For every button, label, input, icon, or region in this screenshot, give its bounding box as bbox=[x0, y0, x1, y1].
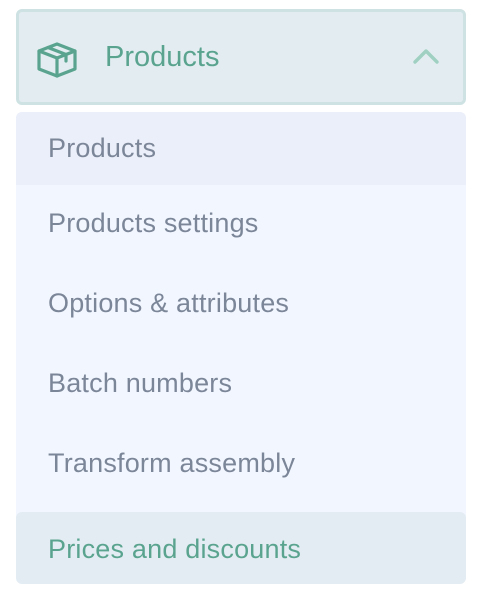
products-menu-header[interactable]: Products bbox=[16, 9, 466, 105]
submenu-item-products[interactable]: Products bbox=[16, 112, 466, 185]
submenu-item-products-settings[interactable]: Products settings bbox=[16, 185, 466, 265]
products-menu: Products Products Products settings Opti… bbox=[16, 9, 466, 584]
submenu-item-transform-assembly[interactable]: Transform assembly bbox=[16, 425, 466, 505]
submenu-item-batch-numbers[interactable]: Batch numbers bbox=[16, 345, 466, 425]
submenu-item-options-attributes[interactable]: Options & attributes bbox=[16, 265, 466, 345]
chevron-up-icon[interactable] bbox=[411, 45, 441, 67]
products-submenu: Products Products settings Options & att… bbox=[16, 112, 466, 584]
box-icon bbox=[34, 40, 80, 78]
menu-title: Products bbox=[105, 41, 220, 73]
submenu-item-prices-discounts[interactable]: Prices and discounts bbox=[16, 512, 466, 584]
